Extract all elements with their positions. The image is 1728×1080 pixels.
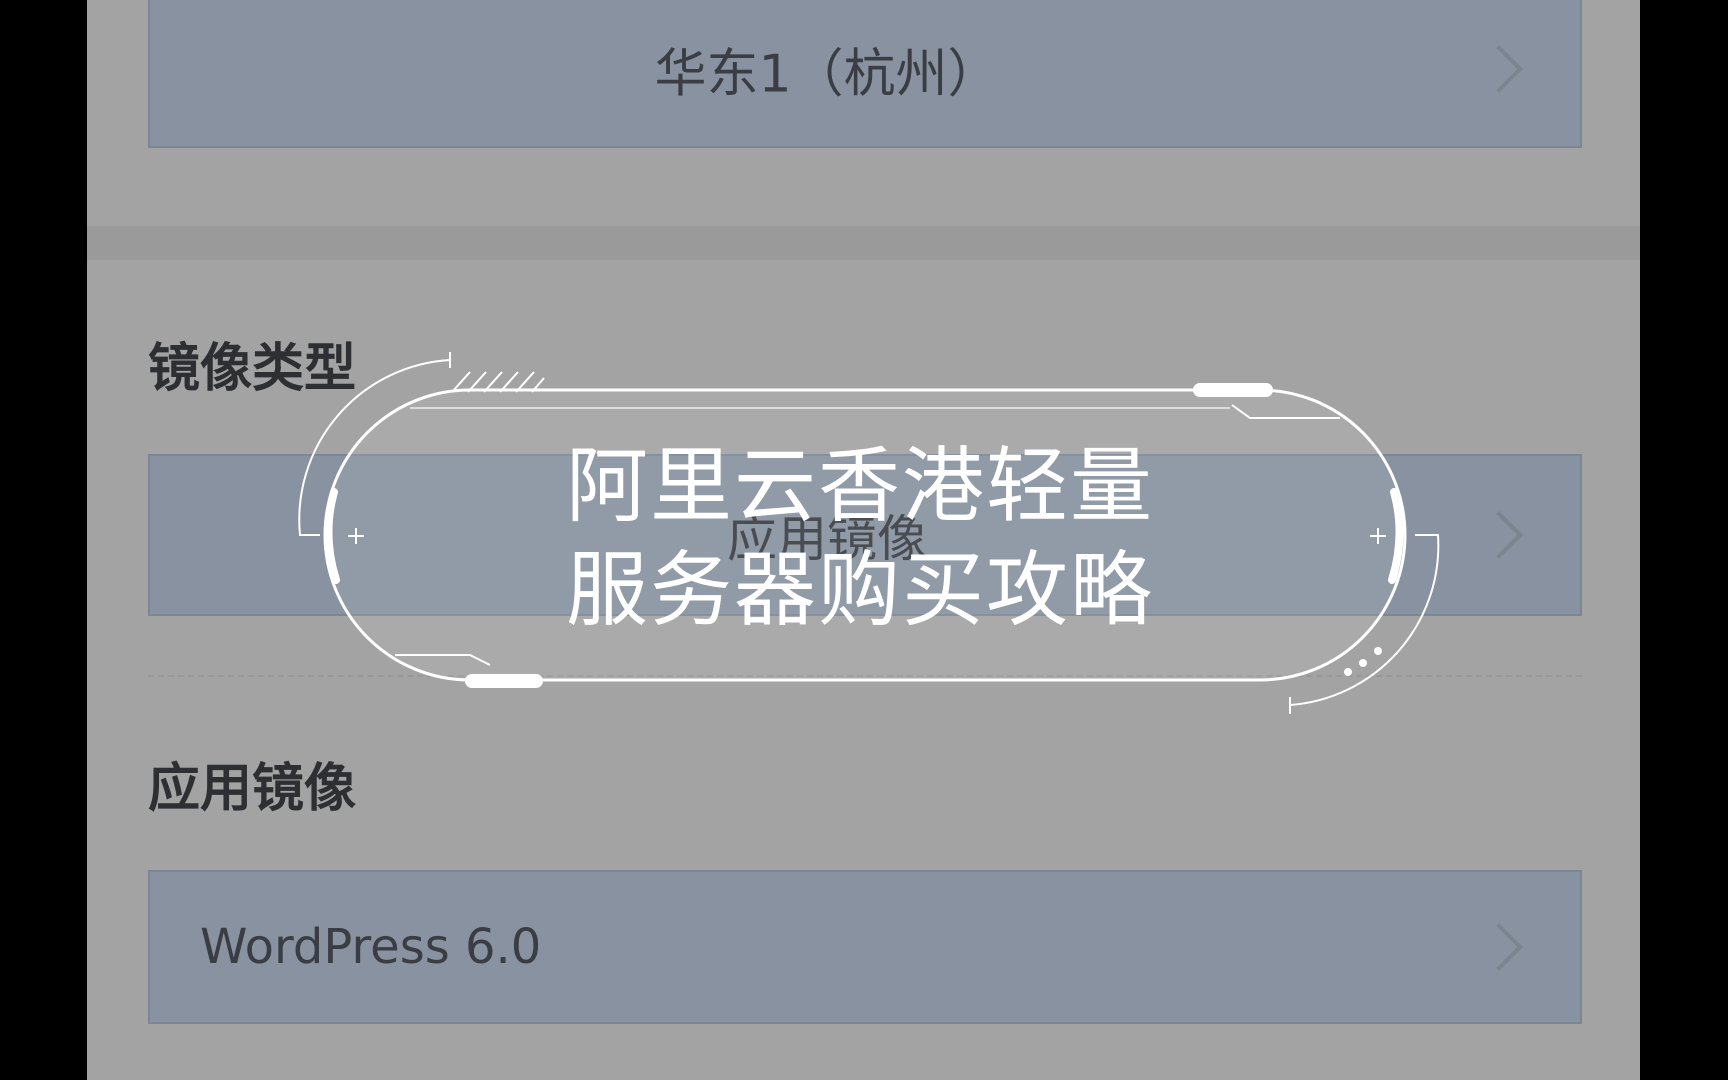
app-image-value: WordPress 6.0 (200, 919, 542, 975)
app-image-select[interactable]: WordPress 6.0 (148, 870, 1582, 1024)
image-type-label: 镜像类型 (148, 339, 357, 399)
region-value: 华东1（杭州） (654, 44, 1000, 105)
video-title-overlay: 阿里云香港轻量 服务器购买攻略 (540, 435, 1180, 643)
app-image-label: 应用镜像 (148, 759, 357, 819)
dashed-divider (148, 675, 1582, 677)
title-line-2: 服务器购买攻略 (565, 543, 1154, 638)
region-select[interactable]: 华东1（杭州） (148, 0, 1582, 148)
title-line-1: 阿里云香港轻量 (565, 439, 1154, 534)
section-divider (87, 226, 1640, 260)
chevron-right-icon (1474, 922, 1524, 972)
